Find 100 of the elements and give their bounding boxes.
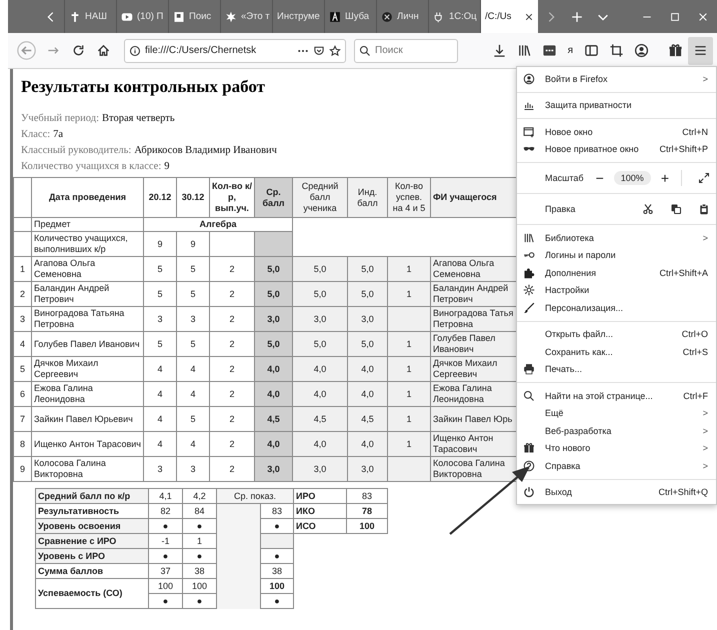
shortcut-text: Ctrl+O xyxy=(682,329,708,340)
address-bar[interactable]: file:///C:/Users/Chernetsk xyxy=(124,38,346,62)
cut-icon[interactable] xyxy=(642,203,654,215)
menu-item[interactable]: Новое окно Ctrl+N xyxy=(517,123,716,140)
column-header: Средний балл ученика xyxy=(292,178,348,218)
index-value: 83 xyxy=(346,488,388,504)
menu-item-label: Войти в Firefox xyxy=(545,74,608,84)
new-window-icon xyxy=(523,126,535,138)
table-cell: 1 xyxy=(388,356,430,382)
menu-item[interactable]: Защита приватности xyxy=(517,96,716,114)
search-field[interactable]: Поиск xyxy=(354,38,458,62)
extension-icon[interactable] xyxy=(542,43,557,58)
table-cell: ● xyxy=(260,548,294,564)
info-icon[interactable] xyxy=(129,44,141,56)
shortcut-text: Ctrl+Shift+P xyxy=(659,144,708,154)
paste-icon[interactable] xyxy=(698,203,710,215)
menu-item-label: Защита приватности xyxy=(545,100,633,110)
row-number: 7 xyxy=(14,406,32,432)
row-label: Результативность xyxy=(36,504,148,518)
browser-tab[interactable]: /C:/Us xyxy=(480,0,538,33)
average-cell: 5,0 xyxy=(254,282,292,306)
crop-icon[interactable] xyxy=(609,43,624,58)
library-icon[interactable] xyxy=(516,43,532,58)
average-cell: 5,0 xyxy=(254,256,292,282)
score-cell: 3 xyxy=(176,456,210,482)
table-cell: 1 xyxy=(388,406,430,432)
plug-icon xyxy=(433,10,445,22)
burst-icon xyxy=(225,10,237,22)
fullscreen-icon[interactable] xyxy=(698,172,710,184)
maximize-icon[interactable] xyxy=(669,10,681,22)
score-cell: 4 xyxy=(144,406,176,432)
account-icon[interactable] xyxy=(634,43,649,58)
submenu-arrow: > xyxy=(702,460,708,471)
extension-letter[interactable]: я xyxy=(568,45,573,56)
row-number: 4 xyxy=(14,332,32,356)
copy-icon[interactable] xyxy=(670,203,682,215)
table-cell: 1 xyxy=(388,282,430,306)
table-cell: 83 xyxy=(260,504,294,518)
menu-item[interactable]: Выход Ctrl+Shift+Q xyxy=(517,484,716,501)
sidebar-icon[interactable] xyxy=(584,43,599,58)
score-cell: 3 xyxy=(144,456,176,482)
column-header: Дата проведения xyxy=(32,178,144,218)
menu-item[interactable]: Новое приватное окно Ctrl+Shift+P xyxy=(517,140,716,158)
info-label: Класс: xyxy=(21,129,50,140)
menu-item[interactable]: Войти в Firefox > xyxy=(517,70,716,88)
zoom-in-button[interactable]: + xyxy=(654,171,675,185)
zoom-out-button[interactable]: − xyxy=(590,171,610,185)
table-cell: 4,1 xyxy=(148,488,182,504)
menu-item[interactable]: Библиотека > xyxy=(517,229,716,246)
menu-item-label: Печать... xyxy=(545,364,583,374)
score-cell: 5 xyxy=(176,256,210,282)
shortcut-text: Ctrl+Shift+A xyxy=(659,268,708,278)
puzzle-icon xyxy=(523,266,535,279)
table-cell: 38 xyxy=(260,564,294,578)
table-cell: 5,0 xyxy=(292,282,348,306)
info-value: 9 xyxy=(164,161,170,172)
row-number: 9 xyxy=(14,456,32,482)
table-cell: 4,0 xyxy=(348,356,388,382)
average-cell: 3,0 xyxy=(254,306,292,332)
table-cell: 5,0 xyxy=(292,332,348,356)
info-value: 7а xyxy=(53,129,64,140)
close-icon[interactable] xyxy=(524,12,534,22)
new-tab-icon[interactable] xyxy=(570,10,584,24)
back-icon[interactable] xyxy=(17,41,36,60)
table-cell: 4,0 xyxy=(292,356,348,382)
score-cell: 5 xyxy=(144,282,176,306)
pocket-icon[interactable] xyxy=(313,44,325,56)
download-icon[interactable] xyxy=(492,43,507,58)
printer-icon xyxy=(523,363,535,376)
menu-item-label: Новое приватное окно xyxy=(545,144,640,154)
menu-button[interactable] xyxy=(688,36,713,64)
row-label: Сравнение с ИРО xyxy=(36,534,148,548)
menu-item-label: Справка xyxy=(545,460,582,471)
average-cell: 4,0 xyxy=(254,356,292,382)
reload-icon[interactable] xyxy=(71,43,86,58)
row-number: 8 xyxy=(14,432,32,456)
menu-item-label: Найти на этой странице... xyxy=(545,390,654,401)
menu-item-label: Дополнения xyxy=(545,268,597,278)
table-cell: 9 xyxy=(176,232,210,256)
student-name: Зайкин Павел Юрьевич xyxy=(32,406,144,432)
zoom-reset-button[interactable]: 100% xyxy=(614,171,651,185)
table-cell: ● xyxy=(148,594,182,608)
gift-icon[interactable] xyxy=(668,43,683,58)
page-title: Результаты контрольных работ xyxy=(21,77,265,97)
table-cell: 1 xyxy=(388,432,430,456)
table-cell: 37 xyxy=(148,564,182,578)
student-name: Виноградова Татьяна Петровна xyxy=(32,306,144,332)
home-icon[interactable] xyxy=(96,43,111,58)
submenu-arrow: > xyxy=(702,426,708,436)
menu-item-label: Выход xyxy=(545,487,573,498)
column-header: Ср. показ. xyxy=(216,488,294,504)
submenu-arrow: > xyxy=(702,443,708,454)
info-label: Классный руководитель: xyxy=(21,145,132,156)
star-icon[interactable] xyxy=(329,44,341,56)
menu-item-label: Сохранить как... xyxy=(545,346,614,357)
student-name: Колосова Галина Викторовна xyxy=(32,456,144,482)
student-name: Баландин Андрей Петрович xyxy=(32,282,144,306)
settings-icon xyxy=(523,284,535,296)
student-name: Голубев Павел Иванович xyxy=(32,332,144,356)
play-icon xyxy=(121,10,133,22)
